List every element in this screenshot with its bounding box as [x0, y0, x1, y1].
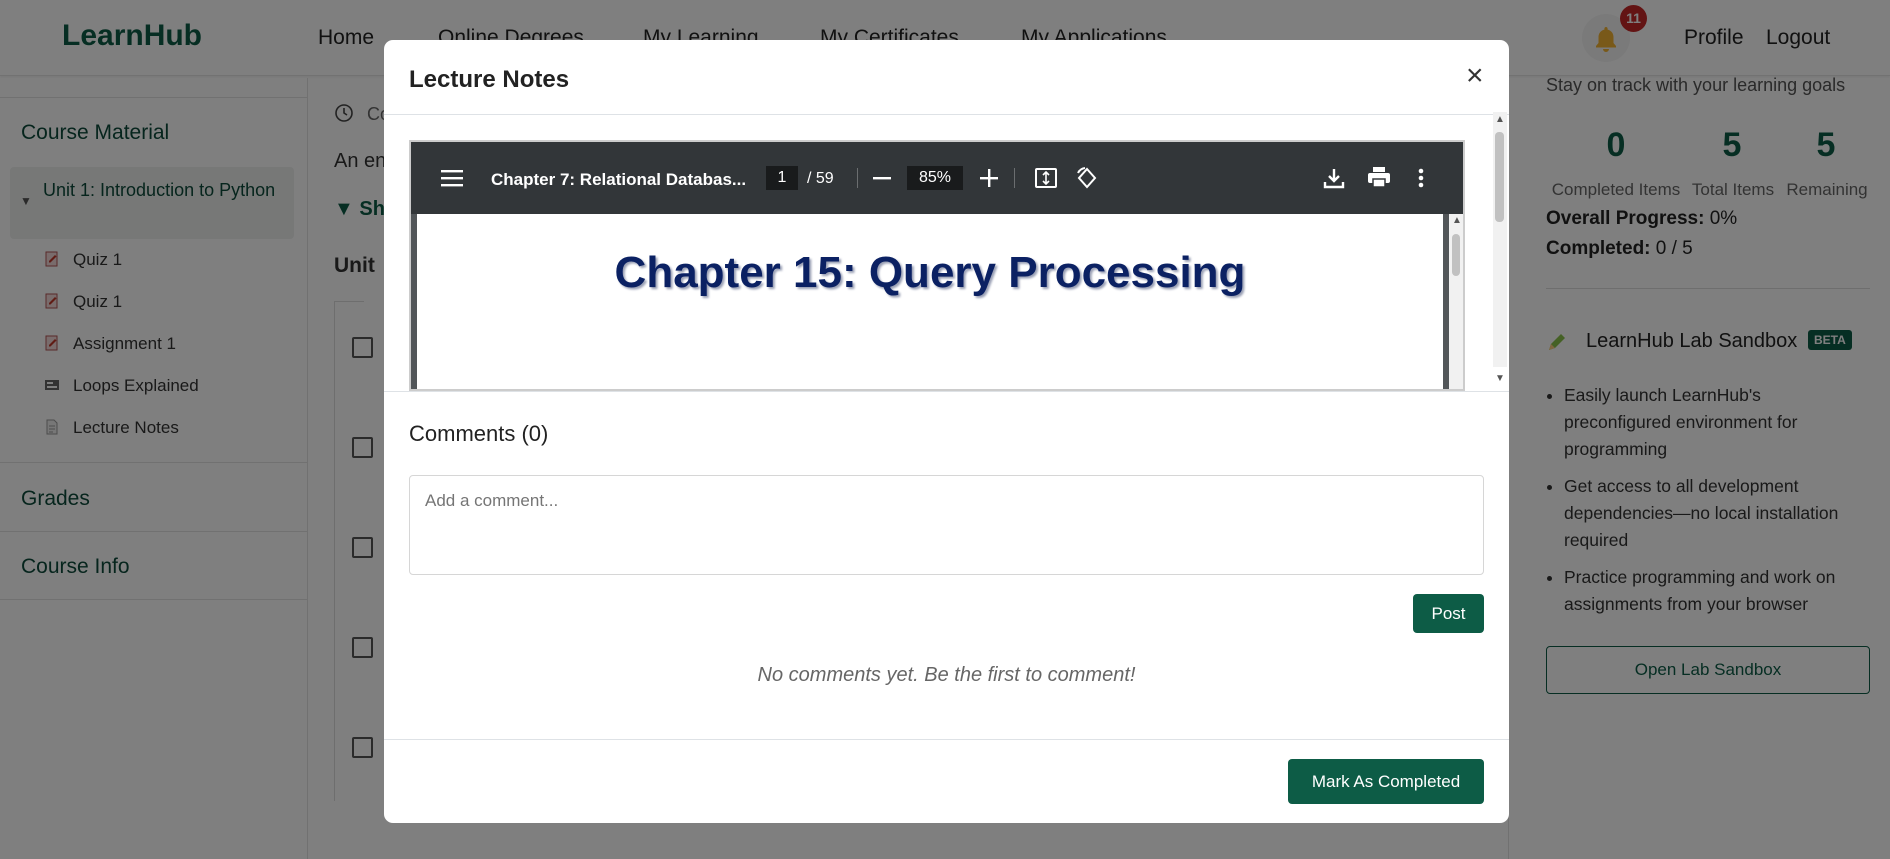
- scroll-up-icon[interactable]: ▲: [1495, 114, 1505, 125]
- toolbar-separator: [857, 168, 858, 188]
- modal-footer-divider: [384, 739, 1509, 740]
- pdf-page-input[interactable]: 1: [766, 166, 798, 190]
- pdf-page-total: / 59: [807, 170, 834, 187]
- fit-page-icon[interactable]: [1035, 167, 1057, 189]
- mark-as-completed-button[interactable]: Mark As Completed: [1288, 759, 1484, 804]
- scroll-up-icon[interactable]: ▲: [1452, 215, 1462, 226]
- modal-scrollbar-thumb[interactable]: [1495, 132, 1504, 222]
- comment-input[interactable]: [409, 475, 1484, 575]
- pdf-page: Chapter 15: Query Processing: [417, 214, 1443, 389]
- pdf-page-heading: Chapter 15: Query Processing: [614, 248, 1246, 297]
- post-comment-button[interactable]: Post: [1413, 594, 1484, 633]
- modal-header-divider: [384, 114, 1509, 115]
- toolbar-separator: [1014, 168, 1015, 188]
- comments-heading: Comments (0): [409, 421, 549, 446]
- pdf-document-title: Chapter 7: Relational Databas...: [491, 170, 747, 189]
- lecture-notes-modal: Lecture Notes × Chapter 7: Relational Da…: [384, 40, 1509, 823]
- rotate-icon[interactable]: [1075, 166, 1099, 190]
- zoom-in-icon[interactable]: [980, 169, 998, 187]
- scroll-down-icon[interactable]: ▼: [1495, 373, 1505, 384]
- pdf-viewer[interactable]: Chapter 7: Relational Databas... 1 / 59 …: [409, 140, 1465, 391]
- menu-icon[interactable]: [441, 169, 463, 187]
- print-icon[interactable]: [1367, 166, 1391, 188]
- page: LearnHub Home Online Degrees My Learning…: [0, 0, 1890, 859]
- modal-section-divider: [384, 391, 1509, 392]
- more-options-icon[interactable]: [1418, 168, 1424, 188]
- download-icon[interactable]: [1322, 166, 1346, 190]
- no-comments-message: No comments yet. Be the first to comment…: [757, 664, 1136, 686]
- pdf-toolbar: Chapter 7: Relational Databas... 1 / 59 …: [411, 142, 1463, 214]
- modal-title: Lecture Notes: [409, 66, 570, 93]
- pdf-zoom-input[interactable]: 85%: [907, 166, 963, 190]
- close-icon[interactable]: ×: [1466, 58, 1484, 94]
- pdf-scrollbar-thumb[interactable]: [1452, 234, 1460, 276]
- zoom-out-icon[interactable]: [873, 177, 891, 180]
